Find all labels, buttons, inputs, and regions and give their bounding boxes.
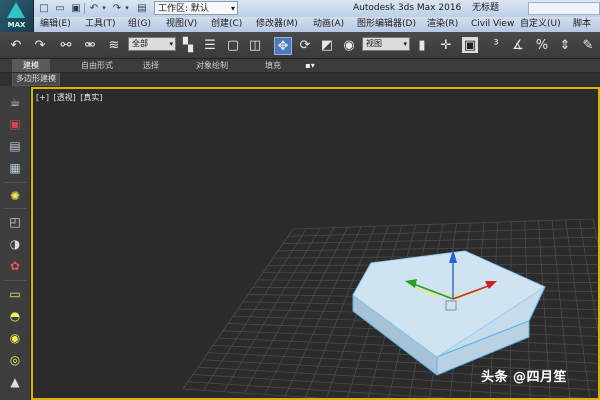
unlink-icon[interactable]: ⚮: [82, 37, 98, 53]
ribbon-tabs: 建模 自由形式 选择 对象绘制 填充 ▪▾: [0, 59, 600, 73]
select-by-name-icon[interactable]: ☰: [202, 37, 218, 53]
menu-customize[interactable]: 自定义(U): [520, 17, 561, 32]
angle-snap-icon[interactable]: ∡: [510, 37, 526, 53]
bind-space-warp-icon[interactable]: ≋: [106, 37, 122, 53]
toolbar-separator: [84, 3, 85, 14]
home-grid: [182, 218, 598, 398]
percent-snap-icon[interactable]: %: [534, 37, 550, 53]
divider: [4, 280, 26, 281]
spinner-snap-icon[interactable]: ⇕: [557, 37, 573, 53]
render-setup-icon[interactable]: ▤: [6, 138, 24, 154]
tab-freeform[interactable]: 自由形式: [72, 59, 122, 72]
menu-views[interactable]: 视图(V): [166, 17, 197, 32]
document-title: 无标题: [472, 3, 500, 13]
tab-selection[interactable]: 选择: [136, 59, 166, 72]
tab-populate[interactable]: 填充: [260, 59, 286, 72]
box-icon[interactable]: ▭: [6, 286, 24, 302]
rectangular-selection-icon[interactable]: ▢: [225, 37, 241, 53]
helper-icon[interactable]: ◑: [6, 236, 24, 252]
max-logo-text: MAX: [7, 21, 26, 29]
cylinder-icon[interactable]: ◉: [6, 330, 24, 346]
rendered-frame-icon[interactable]: ▦: [6, 160, 24, 176]
menu-rendering[interactable]: 渲染(R): [427, 17, 458, 32]
link-icon[interactable]: ⚯: [58, 37, 74, 53]
menu-create[interactable]: 创建(C): [211, 17, 242, 32]
undo-icon[interactable]: ↶: [8, 37, 24, 53]
menu-tools[interactable]: 工具(T): [85, 17, 116, 32]
cone-icon[interactable]: ▲: [6, 374, 24, 390]
project-folder-icon[interactable]: ▤: [136, 2, 148, 14]
named-selection-icon[interactable]: ✎: [580, 37, 596, 53]
chevron-down-icon: ▾: [230, 4, 235, 13]
ribbon-panel-bar: 多边形建模: [0, 73, 600, 86]
open-file-icon[interactable]: ▭: [54, 2, 66, 14]
search-input[interactable]: [528, 2, 600, 15]
sphere-icon[interactable]: ◓: [6, 308, 24, 324]
snaps-toggle-icon[interactable]: ³: [488, 37, 504, 53]
app-title: Autodesk 3ds Max 2016: [353, 3, 462, 13]
menu-scripting[interactable]: 脚本(S): [573, 17, 600, 44]
select-manipulate-icon[interactable]: ✛: [438, 37, 454, 53]
undo-icon[interactable]: ↶: [88, 2, 100, 14]
box-object[interactable]: [352, 250, 546, 377]
select-and-scale-icon[interactable]: ◩: [319, 37, 335, 53]
new-file-icon[interactable]: □: [38, 2, 50, 14]
menu-civil-view[interactable]: Civil View: [471, 17, 514, 32]
pivot-center-icon[interactable]: ▮: [414, 37, 430, 53]
left-command-strip: ☕ ▣ ▤ ▦ ✺ ◰ ◑ ✿ ▭ ◓ ◉ ◎ ▲: [0, 86, 31, 400]
viewport-pov-label[interactable]: [透视]: [54, 93, 76, 102]
select-and-place-icon[interactable]: ◉: [341, 37, 357, 53]
redo-icon[interactable]: ↷: [32, 37, 48, 53]
reference-coordinate-dropdown[interactable]: 视图 ▾: [362, 37, 410, 51]
menu-edit[interactable]: 编辑(E): [40, 17, 71, 32]
menu-animation[interactable]: 动画(A): [313, 17, 344, 32]
torus-icon[interactable]: ◎: [6, 352, 24, 368]
reference-coordinate-value: 视图: [366, 39, 382, 48]
light-icon[interactable]: ✺: [6, 188, 24, 204]
watermark-text: 头条 @四月笙: [481, 370, 568, 385]
selection-filter-dropdown[interactable]: 全部 ▾: [128, 37, 176, 51]
menu-bar: 编辑(E) 工具(T) 组(G) 视图(V) 创建(C) 修改器(M) 动画(A…: [0, 17, 600, 44]
main-toolbar: ↶ ↷ ⚯ ⚮ ≋ 全部 ▾ ▚ ☰ ▢ ◫ ✥ ⟳ ◩ ◉ 视图 ▾ ▮ ✛ …: [0, 32, 600, 59]
particle-icon[interactable]: ✿: [6, 258, 24, 274]
viewport-menu-label[interactable]: [+]: [36, 93, 49, 102]
divider: [4, 208, 26, 209]
window-crossing-icon[interactable]: ◫: [247, 37, 263, 53]
max-logo-icon: [7, 2, 25, 18]
application-menu-button[interactable]: MAX: [0, 0, 34, 32]
save-file-icon[interactable]: ▣: [70, 2, 82, 14]
undo-dropdown-icon[interactable]: ▾: [100, 2, 108, 14]
chevron-down-icon: ▾: [403, 40, 407, 48]
tab-object-paint[interactable]: 对象绘制: [190, 59, 234, 72]
chevron-down-icon: ▾: [169, 40, 173, 48]
workspace-dropdown[interactable]: 工作区: 默认 ▾: [154, 1, 238, 15]
viewport-shading-label[interactable]: [真实]: [80, 93, 102, 102]
select-object-icon[interactable]: ▚: [180, 37, 196, 53]
perspective-viewport[interactable]: [+] [透视] [真实]: [31, 87, 600, 400]
viewport-label[interactable]: [+] [透视] [真实]: [36, 92, 105, 103]
menu-modifiers[interactable]: 修改器(M): [256, 17, 298, 32]
workspace-label: 工作区: 默认: [158, 4, 209, 14]
tab-modeling[interactable]: 建模: [12, 59, 50, 72]
material-editor-icon[interactable]: ▣: [6, 116, 24, 132]
keyboard-shortcut-override-icon[interactable]: ▣: [462, 37, 478, 53]
divider: [4, 182, 26, 183]
select-and-rotate-icon[interactable]: ⟳: [297, 37, 313, 53]
menu-group[interactable]: 组(G): [128, 17, 151, 32]
redo-icon[interactable]: ↷: [111, 2, 123, 14]
ribbon-options-icon[interactable]: ▪▾: [302, 59, 318, 72]
title-bar: □ ▭ ▣ ↶ ▾ ↷ ▾ ▤ 工作区: 默认 ▾ Autodesk 3ds M…: [0, 0, 600, 17]
teapot-icon[interactable]: ☕: [6, 94, 24, 110]
redo-dropdown-icon[interactable]: ▾: [123, 2, 131, 14]
ribbon-panel-polygon-modeling[interactable]: 多边形建模: [12, 73, 60, 86]
menu-graph-editors[interactable]: 图形编辑器(D): [357, 17, 416, 32]
camera-icon[interactable]: ◰: [6, 214, 24, 230]
select-and-move-icon[interactable]: ✥: [274, 37, 292, 55]
selection-filter-value: 全部: [132, 39, 148, 48]
